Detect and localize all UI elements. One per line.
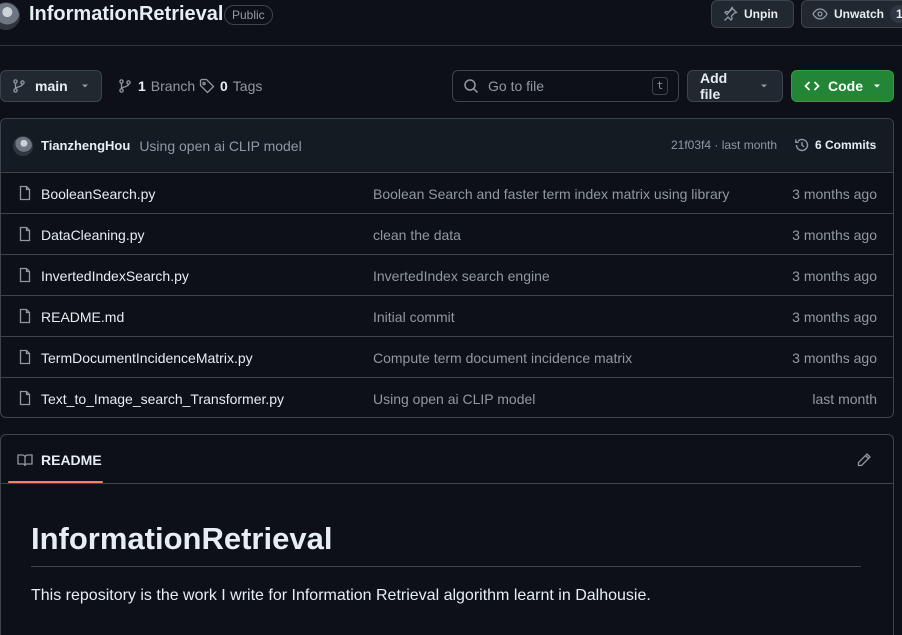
readme-paragraph: This repository is the work I write for … — [31, 587, 651, 604]
file-row: README.md Initial commit 3 months ago — [1, 296, 893, 337]
file-commit-message[interactable]: Compute term document incidence matrix — [373, 350, 632, 366]
file-name-link[interactable]: BooleanSearch.py — [41, 186, 155, 202]
commit-author[interactable]: TianzhengHou — [41, 138, 130, 153]
file-icon — [17, 267, 33, 283]
readme-divider — [1, 483, 893, 484]
file-commit-message[interactable]: Boolean Search and faster term index mat… — [373, 186, 729, 202]
file-row: BooleanSearch.py Boolean Search and faste… — [1, 173, 893, 214]
file-list: BooleanSearch.py Boolean Search and faste… — [1, 173, 893, 417]
chevron-down-icon — [871, 80, 883, 92]
chevron-down-icon — [758, 80, 770, 92]
history-icon — [794, 137, 810, 153]
shortcut-key: t — [652, 77, 668, 95]
unpin-label: Unpin — [744, 7, 778, 21]
branch-count: 1 — [138, 78, 146, 94]
unpin-button[interactable]: Unpin — [711, 0, 794, 28]
commits-link[interactable]: 6 Commits — [794, 137, 876, 153]
branches-link[interactable]: 1 Branch — [117, 78, 195, 94]
edit-readme-button[interactable] — [856, 452, 872, 468]
search-placeholder: Go to file — [488, 78, 545, 94]
file-commit-date: 3 months ago — [792, 268, 877, 284]
unwatch-button[interactable]: Unwatch 1 — [801, 0, 902, 28]
file-commit-date: 3 months ago — [792, 350, 877, 366]
add-file-label: Add file — [700, 70, 728, 102]
add-file-button[interactable]: Add file — [687, 70, 783, 102]
file-commit-date: 3 months ago — [792, 186, 877, 202]
search-icon — [463, 78, 479, 94]
readme-panel: README InformationRetrieval This reposit… — [0, 434, 894, 635]
book-icon — [17, 452, 33, 468]
chevron-down-icon — [79, 80, 91, 92]
readme-heading-rule — [31, 566, 861, 567]
pin-icon — [722, 6, 738, 22]
file-row: TermDocumentIncidenceMatrix.py Compute te… — [1, 337, 893, 378]
file-row: DataCleaning.py clean the data 3 months ag… — [1, 214, 893, 255]
file-name-link[interactable]: README.md — [41, 309, 124, 325]
code-label: Code — [828, 78, 863, 94]
file-row: InvertedIndexSearch.py InvertedIndex sear… — [1, 255, 893, 296]
file-icon — [17, 226, 33, 242]
file-commit-message[interactable]: InvertedIndex search engine — [373, 268, 550, 284]
file-commit-date: 3 months ago — [792, 227, 877, 243]
file-icon — [17, 390, 33, 406]
file-commit-message[interactable]: Initial commit — [373, 309, 455, 325]
branch-select-button[interactable]: main — [0, 70, 102, 102]
latest-commit-bar: TianzhengHou Using open ai CLIP model 21… — [1, 119, 893, 173]
file-name-link[interactable]: DataCleaning.py — [41, 227, 145, 243]
file-icon — [17, 349, 33, 365]
watch-count: 1 — [890, 5, 902, 23]
git-branch-icon — [11, 78, 27, 94]
visibility-badge: Public — [224, 5, 273, 25]
file-commit-message[interactable]: clean the data — [373, 227, 461, 243]
file-browser: TianzhengHou Using open ai CLIP model 21… — [0, 118, 894, 418]
tag-label: Tags — [232, 78, 263, 94]
branch-name: main — [35, 78, 68, 94]
go-to-file-input[interactable]: Go to file t — [452, 70, 679, 102]
eye-icon — [812, 6, 828, 22]
tag-icon — [199, 78, 215, 94]
pencil-icon — [856, 452, 872, 468]
file-name-link[interactable]: TermDocumentIncidenceMatrix.py — [41, 350, 253, 366]
file-row: Text_to_Image_search_Transformer.py Using… — [1, 378, 893, 417]
repo-name[interactable]: InformationRetrieval — [29, 3, 223, 26]
file-commit-date: last month — [812, 391, 877, 407]
commit-message[interactable]: Using open ai CLIP model — [139, 138, 301, 154]
readme-tab[interactable]: README — [17, 452, 102, 468]
git-branch-icon — [117, 78, 133, 94]
readme-tab-label: README — [41, 452, 102, 468]
code-button[interactable]: Code — [791, 70, 894, 102]
unwatch-label: Unwatch — [834, 7, 885, 21]
file-name-link[interactable]: InvertedIndexSearch.py — [41, 268, 189, 284]
owner-avatar[interactable] — [0, 2, 20, 30]
file-commit-message[interactable]: Using open ai CLIP model — [373, 391, 535, 407]
tag-count: 0 — [220, 78, 228, 94]
file-commit-date: 3 months ago — [792, 309, 877, 325]
readme-heading: InformationRetrieval — [31, 521, 333, 556]
code-icon — [804, 78, 820, 94]
commit-hash-date[interactable]: 21f03f4 · last month — [671, 138, 777, 152]
file-icon — [17, 185, 33, 201]
file-icon — [17, 308, 33, 324]
file-name-link[interactable]: Text_to_Image_search_Transformer.py — [41, 391, 284, 407]
commits-count-label: 6 Commits — [815, 138, 877, 152]
tags-link[interactable]: 0 Tags — [199, 78, 262, 94]
commit-author-avatar[interactable] — [13, 135, 33, 156]
header-divider — [0, 45, 902, 46]
branch-label: Branch — [150, 78, 196, 94]
